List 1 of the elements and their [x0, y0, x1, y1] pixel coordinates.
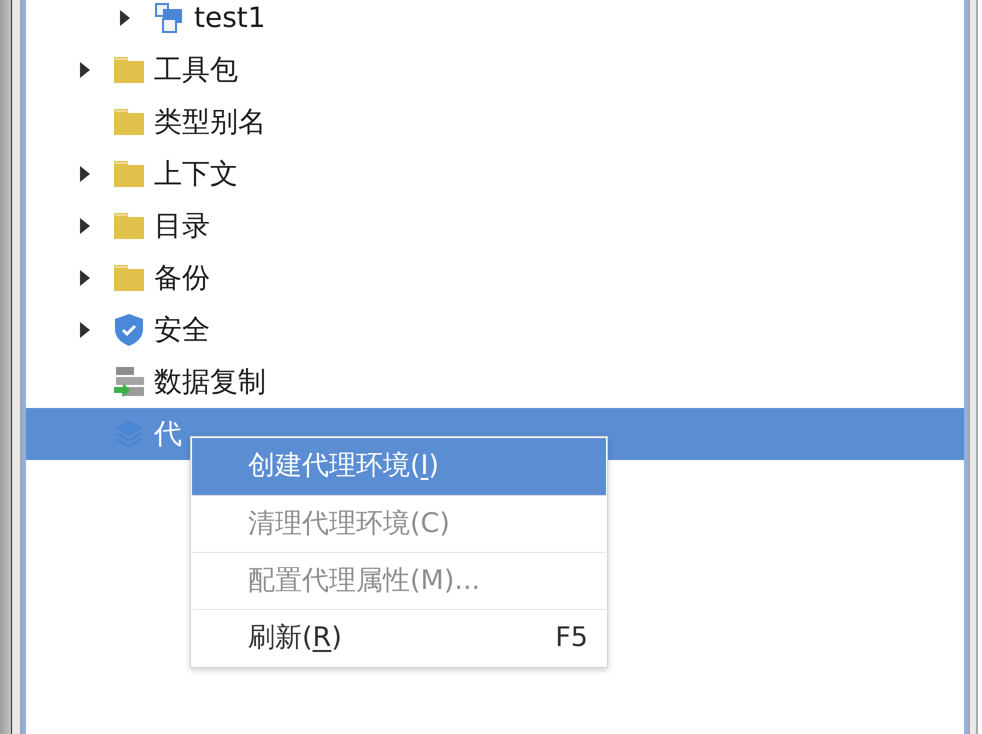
shortcut-text: F5: [555, 620, 588, 655]
